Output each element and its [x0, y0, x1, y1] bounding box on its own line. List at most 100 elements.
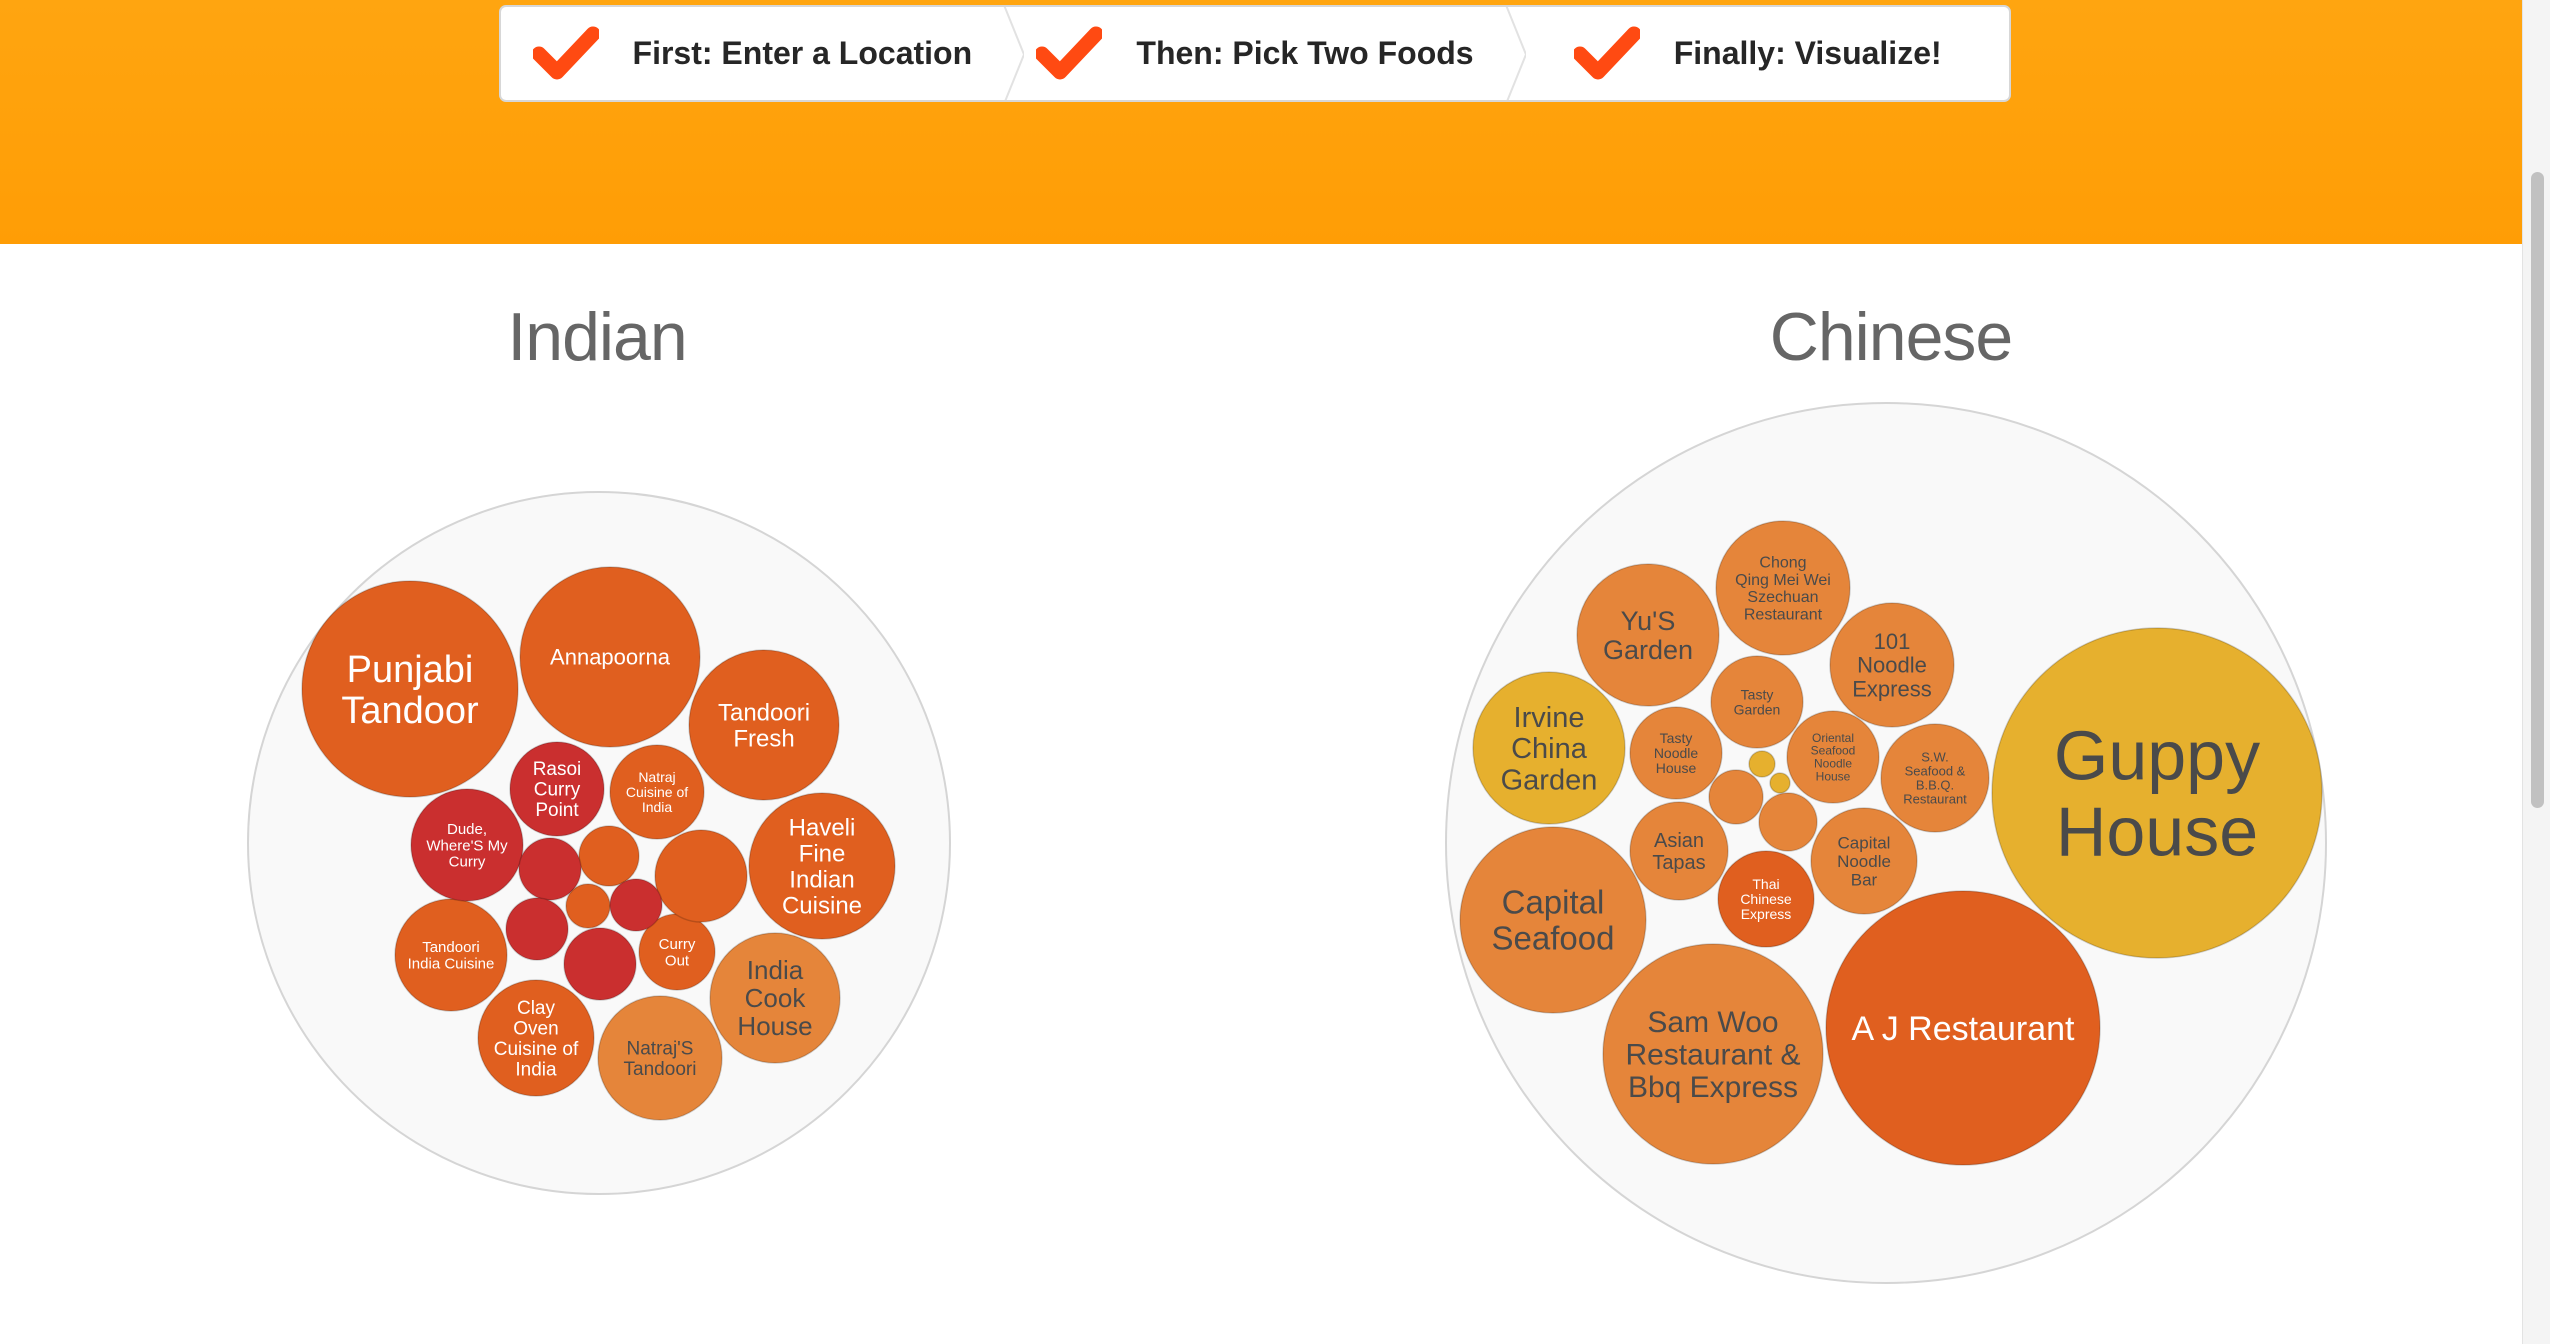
bubble-label-line: Seafood	[1811, 744, 1856, 758]
bubble-circle[interactable]	[1708, 769, 1764, 825]
bubble-natraj-cuisine-of-india[interactable]: Natraj Cuisine of India	[609, 744, 705, 840]
bubble-tasty-noodle-house[interactable]: Tasty Noodle House	[1629, 706, 1723, 800]
page: First: Enter a Location Then: Pick Two F…	[0, 0, 2550, 1344]
bubble-label-line: Restaurant	[1744, 607, 1823, 624]
bubble-natraj-s-tandoori[interactable]: Natraj'S Tandoori	[597, 995, 723, 1121]
bubble-unlabeled[interactable]	[565, 883, 611, 929]
bubble-unlabeled[interactable]	[1769, 772, 1791, 794]
bubble-label-line: Tasty	[1660, 730, 1693, 746]
bubble-label-line: Restaurant	[1903, 792, 1967, 807]
bubble-circle[interactable]	[1769, 772, 1791, 794]
bubble-unlabeled[interactable]	[1708, 769, 1764, 825]
bubble-guppy-house[interactable]: Guppy House	[1991, 627, 2323, 959]
bubble-label-line: B.B.Q.	[1916, 778, 1954, 793]
bubble-circle[interactable]	[1748, 750, 1776, 778]
bubble-label-line: Cuisine	[782, 892, 862, 919]
bubble-chong-qing-mei-wei-szechuan-restaurant[interactable]: Chong Qing Mei Wei Szechuan Restaurant	[1715, 520, 1851, 656]
bubble-unlabeled[interactable]	[1748, 750, 1776, 778]
bubble-oriental-seafood-noodle-house[interactable]: Oriental Seafood Noodle House	[1786, 710, 1880, 804]
bubble-asian-tapas[interactable]: Asian Tapas	[1629, 801, 1729, 901]
bubble-label-line: Guppy	[2054, 717, 2260, 795]
bubble-circle[interactable]	[654, 829, 748, 923]
bubble-unlabeled[interactable]	[1758, 792, 1818, 852]
bubble-india-cook-house[interactable]: India Cook House	[709, 932, 841, 1064]
bubble-dude-where-s-my-curry[interactable]: Dude, Where'S My Curry	[410, 788, 524, 902]
bubble-label: Sam Woo Restaurant & Bbq Express	[1625, 1006, 1800, 1104]
bubble-annapoorna[interactable]: Annapoorna	[519, 566, 701, 748]
bubble-label-line: Irvine	[1514, 702, 1585, 734]
step-separator	[983, 7, 1024, 100]
bubble-label-line: Oven	[513, 1018, 558, 1039]
bubble-label-line: Garden	[1603, 635, 1693, 665]
bubble-label-line: Clay	[517, 998, 556, 1019]
chinese-bubble-pack: Guppy HouseA J RestaurantSam Woo Restauran…	[1445, 402, 2327, 1284]
bubble-label-line: Where'S My	[426, 837, 508, 854]
bubble-unlabeled[interactable]	[578, 825, 640, 887]
bubble-label-line: Tandoori	[422, 939, 480, 956]
bubble-label-line: Punjabi	[347, 649, 474, 691]
bubble-unlabeled[interactable]	[505, 897, 569, 961]
bubble-unlabeled[interactable]	[563, 927, 637, 1001]
bubble-label: India Cook House	[737, 955, 812, 1041]
bubble-circle[interactable]	[565, 883, 611, 929]
bubble-label-line: Out	[665, 952, 690, 969]
bubble-capital-seafood[interactable]: Capital Seafood	[1459, 826, 1647, 1014]
bubble-label-line: Curry	[659, 936, 696, 953]
bubble-label-line: Tandoor	[341, 690, 479, 732]
bubble-label-line: Dude,	[447, 821, 487, 838]
bubble-label-line: Express	[1852, 676, 1931, 701]
bubble-irvine-china-garden[interactable]: Irvine China Garden	[1472, 671, 1626, 825]
bubble-label-line: House	[1656, 760, 1697, 776]
bubble-label-line: Tapas	[1652, 852, 1705, 874]
bubble-circle[interactable]	[609, 878, 663, 932]
scrollbar[interactable]	[2522, 0, 2550, 1344]
bubble-label: Capital Seafood	[1492, 884, 1615, 957]
bubble-label: Natraj'S Tandoori	[624, 1038, 697, 1080]
bubble-label-line: Haveli	[789, 815, 856, 842]
bubble-label-line: S.W.	[1921, 749, 1948, 764]
bubble-tandoori-fresh[interactable]: Tandoori Fresh	[688, 649, 840, 801]
bubble-rasoi-curry-point[interactable]: Rasoi Curry Point	[509, 741, 605, 837]
bubble-circle[interactable]	[505, 897, 569, 961]
scrollbar-thumb[interactable]	[2531, 172, 2544, 808]
bubble-label-line: Express	[1741, 906, 1792, 922]
bubble-unlabeled[interactable]	[609, 878, 663, 932]
bubble-label-line: Szechuan	[1747, 589, 1818, 606]
bubble-label-line: Fresh	[733, 725, 794, 752]
bubble-label-line: India	[747, 955, 804, 985]
bubble-a-j-restaurant[interactable]: A J Restaurant	[1825, 890, 2101, 1166]
bubble-capital-noodle-bar[interactable]: Capital Noodle Bar	[1810, 807, 1918, 915]
bubble-circle[interactable]	[563, 927, 637, 1001]
bubble-label-line: Curry	[449, 853, 486, 870]
bubble-101-noodle-express[interactable]: 101 Noodle Express	[1829, 602, 1955, 728]
bubble-label: Haveli Fine Indian Cuisine	[782, 815, 862, 920]
bubble-label-line: Bbq Express	[1628, 1071, 1798, 1104]
bubble-label-line: 101	[1874, 629, 1911, 654]
bubble-label-line: Capital	[1502, 884, 1605, 921]
bubble-label: Tasty Noodle House	[1654, 730, 1699, 776]
bubble-label: Punjabi Tandoor	[341, 649, 479, 732]
bubble-tasty-garden[interactable]: Tasty Garden	[1710, 655, 1804, 749]
bubble-yu-s-garden[interactable]: Yu'S Garden	[1576, 563, 1720, 707]
bubble-label-line: Point	[535, 800, 579, 821]
bubble-punjabi-tandoor[interactable]: Punjabi Tandoor	[301, 580, 519, 798]
bubble-s-w-seafood-b-b-q-restaurant[interactable]: S.W. Seafood & B.B.Q. Restaurant	[1880, 723, 1990, 833]
bubble-sam-woo-restaurant-bbq-express[interactable]: Sam Woo Restaurant & Bbq Express	[1602, 943, 1824, 1165]
bubble-circle[interactable]	[1758, 792, 1818, 852]
bubble-label-line: Capital	[1838, 834, 1891, 853]
bubble-thai-chinese-express[interactable]: Thai Chinese Express	[1717, 850, 1815, 948]
bubble-label-line: Garden	[1501, 764, 1598, 796]
bubble-circle[interactable]	[578, 825, 640, 887]
bubble-label-line: Tandoori	[718, 699, 810, 726]
bubble-label: Annapoorna	[550, 645, 671, 670]
bubble-label-line: India	[642, 799, 673, 815]
bubble-haveli-fine-indian-cuisine[interactable]: Haveli Fine Indian Cuisine	[748, 792, 896, 940]
bubble-charts: Punjabi TandoorAnnapoornaTandoori FreshHav…	[247, 402, 2327, 1284]
bubble-label-line: Yu'S	[1621, 606, 1676, 636]
bubble-unlabeled[interactable]	[654, 829, 748, 923]
bubble-tandoori-india-cuisine[interactable]: Tandoori India Cuisine	[394, 898, 508, 1012]
bubble-label-line: Noodle	[1857, 653, 1927, 678]
bubble-clay-oven-cuisine-of-india[interactable]: Clay Oven Cuisine of India	[477, 979, 595, 1097]
bubble-label-line: Tandoori	[624, 1059, 697, 1080]
bubble-label-line: House	[737, 1011, 812, 1041]
